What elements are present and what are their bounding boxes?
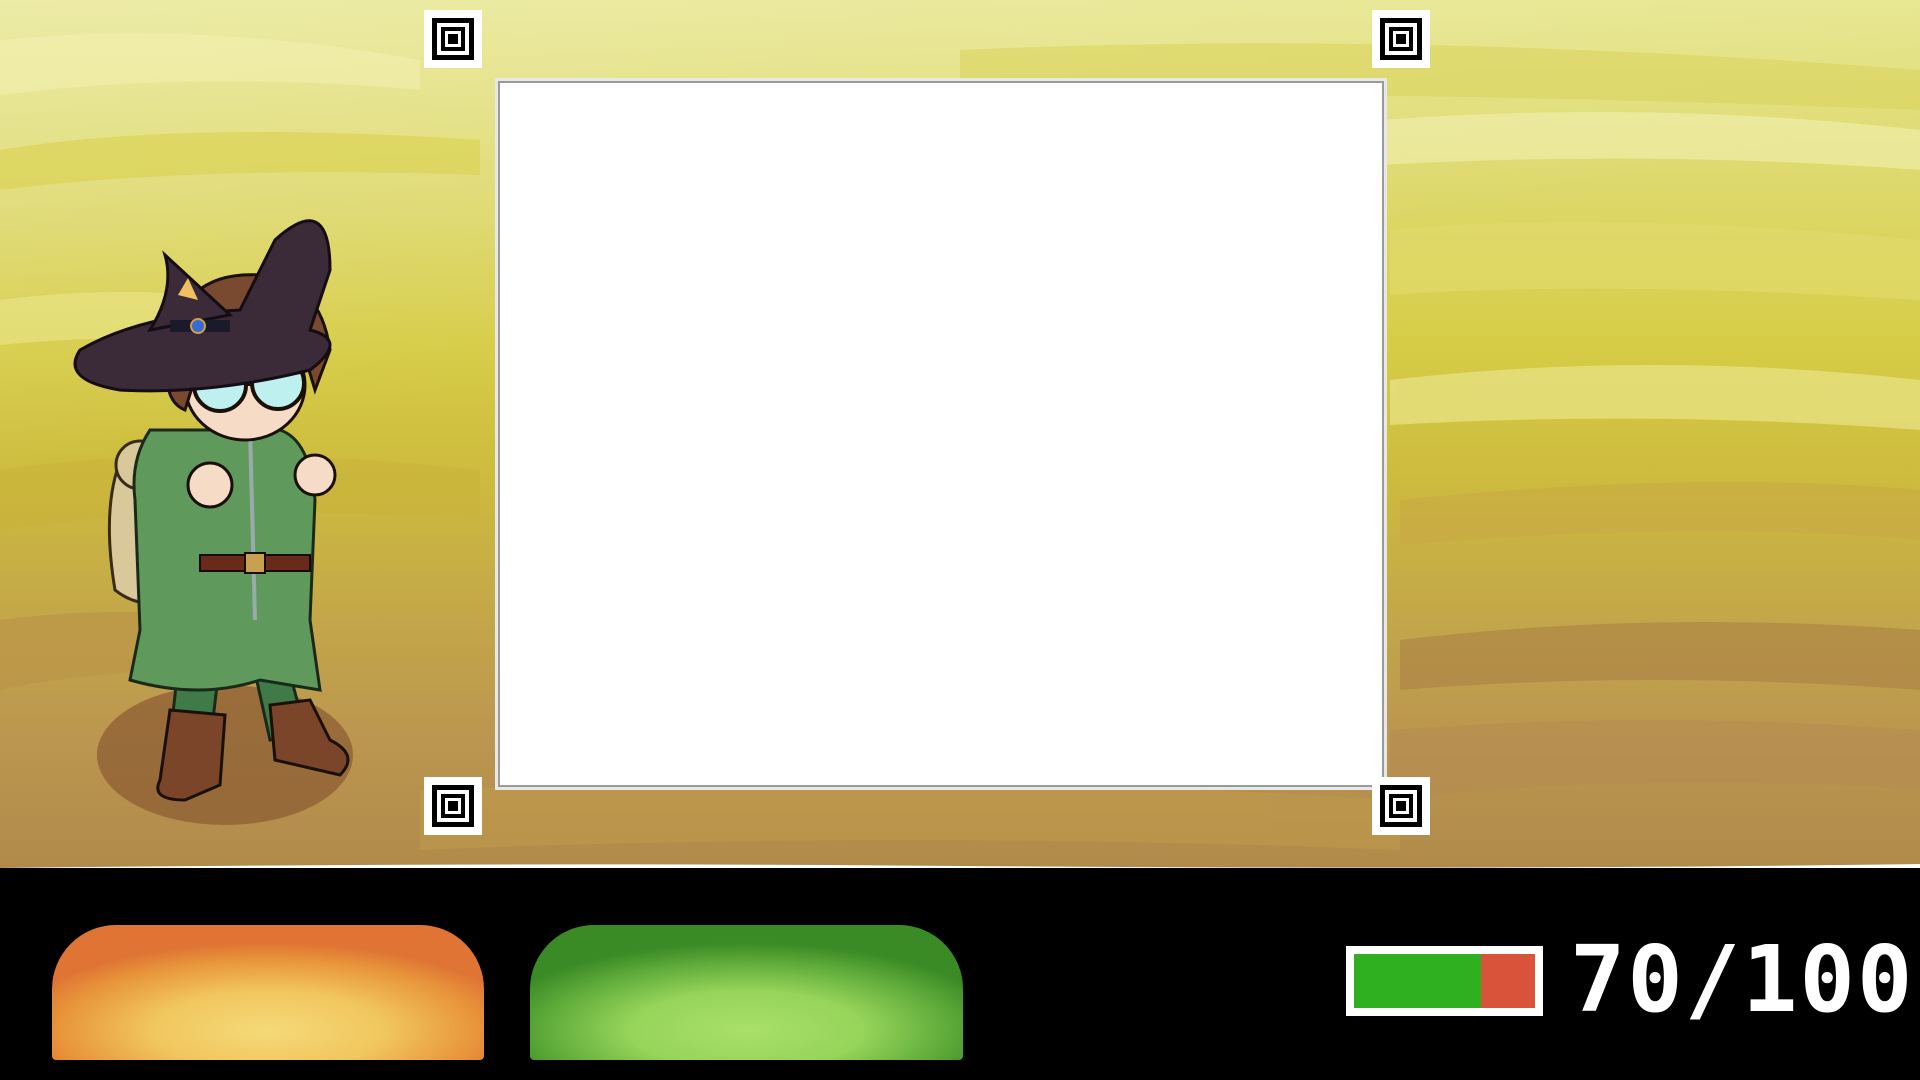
- action-button-green[interactable]: [530, 925, 963, 1060]
- hp-bar-fill: [1354, 954, 1481, 1008]
- action-button-orange[interactable]: [52, 925, 484, 1060]
- fiducial-marker-icon: [424, 777, 482, 835]
- hp-bar-track: [1354, 954, 1535, 1008]
- fiducial-marker-icon: [424, 10, 482, 68]
- witch-adventurer-sprite: [73, 219, 353, 825]
- fiducial-marker-icon: [1372, 10, 1430, 68]
- fiducial-marker-icon: [1372, 777, 1430, 835]
- hp-counter: 70/100: [1570, 926, 1915, 1033]
- game-screen: 70/100: [0, 0, 1920, 1080]
- battle-box: [495, 78, 1387, 790]
- hp-bar: [1346, 946, 1543, 1016]
